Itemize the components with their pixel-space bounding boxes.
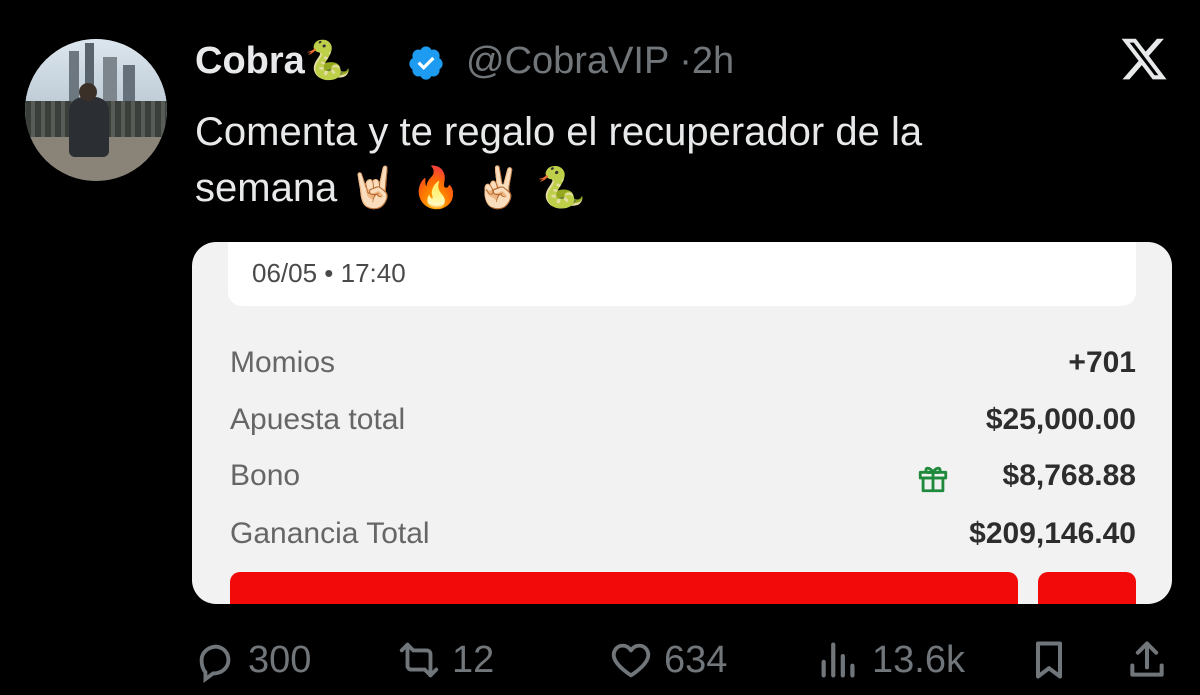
views-button[interactable]: 13.6k bbox=[816, 630, 965, 690]
reply-button[interactable]: 300 bbox=[192, 630, 311, 690]
bookmark-button[interactable] bbox=[1024, 630, 1074, 690]
author-name-text: Cobra bbox=[195, 40, 305, 82]
row-label: Apuesta total bbox=[230, 403, 406, 436]
heart-icon bbox=[611, 643, 651, 678]
row-label: Ganancia Total bbox=[230, 517, 430, 550]
row-value: $25,000.00 bbox=[985, 403, 1136, 436]
share-button[interactable] bbox=[1122, 630, 1172, 690]
author-handle-line: @CobraVIP ·2h bbox=[466, 40, 734, 83]
bet-row-momios: Momios +701 bbox=[230, 346, 1136, 386]
x-logo-icon[interactable] bbox=[1118, 34, 1170, 84]
bet-row-ganancia: Ganancia Total $209,146.40 bbox=[230, 517, 1136, 557]
post-time[interactable]: 2h bbox=[692, 40, 734, 82]
bet-slip-header: 06/05 • 17:40 bbox=[228, 242, 1136, 306]
bet-slip-image[interactable]: 06/05 • 17:40 Momios +701 Apuesta total … bbox=[192, 242, 1172, 604]
row-value: +701 bbox=[1068, 346, 1136, 379]
tweet-text-line2-word: semana bbox=[195, 166, 338, 210]
tweet-text-line1: Comenta y te regalo el recuperador de la bbox=[195, 110, 923, 154]
author-avatar[interactable] bbox=[25, 39, 167, 181]
repost-count: 12 bbox=[452, 638, 495, 681]
author-handle[interactable]: @CobraVIP bbox=[466, 40, 669, 82]
verified-badge-icon bbox=[409, 46, 443, 80]
author-name[interactable]: Cobra🐍 bbox=[195, 38, 352, 83]
row-label: Bono bbox=[230, 459, 301, 492]
share-icon bbox=[1130, 641, 1164, 677]
reply-count: 300 bbox=[248, 638, 312, 681]
avatar-building bbox=[103, 57, 117, 101]
avatar-building bbox=[123, 65, 135, 101]
bet-row-apuesta: Apuesta total $25,000.00 bbox=[230, 403, 1136, 443]
row-value: $8,768.88 bbox=[1002, 459, 1136, 492]
gift-icon bbox=[918, 466, 948, 493]
tweet-emojis: 🤘🏻 🔥 ✌🏻 🐍 bbox=[348, 165, 586, 211]
row-label: Momios bbox=[230, 346, 336, 379]
snake-emoji: 🐍 bbox=[304, 38, 353, 82]
red-action-bar bbox=[230, 572, 1018, 604]
separator-dot: · bbox=[679, 40, 692, 82]
like-button[interactable]: 634 bbox=[608, 630, 727, 690]
reply-icon bbox=[199, 644, 231, 683]
bookmark-icon bbox=[1035, 641, 1063, 679]
tweet-actions: 300 12 634 13.6k bbox=[0, 630, 1200, 690]
avatar-head bbox=[79, 83, 97, 101]
red-action-bar-small bbox=[1038, 572, 1136, 604]
views-count: 13.6k bbox=[872, 638, 965, 681]
avatar-person bbox=[69, 97, 109, 157]
like-count: 634 bbox=[664, 638, 728, 681]
repost-button[interactable]: 12 bbox=[396, 630, 494, 690]
row-value: $209,146.40 bbox=[969, 517, 1136, 550]
repost-icon bbox=[399, 642, 439, 678]
tweet-text: Comenta y te regalo el recuperador de la… bbox=[195, 104, 1155, 216]
views-chart-icon bbox=[821, 642, 855, 678]
bet-row-bono: Bono $8,768.88 bbox=[230, 459, 1136, 499]
tweet-text-line2: semana 🤘🏻 🔥 ✌🏻 🐍 bbox=[195, 160, 1155, 216]
bet-date-time: 06/05 • 17:40 bbox=[252, 258, 406, 288]
avatar-building bbox=[69, 51, 79, 101]
